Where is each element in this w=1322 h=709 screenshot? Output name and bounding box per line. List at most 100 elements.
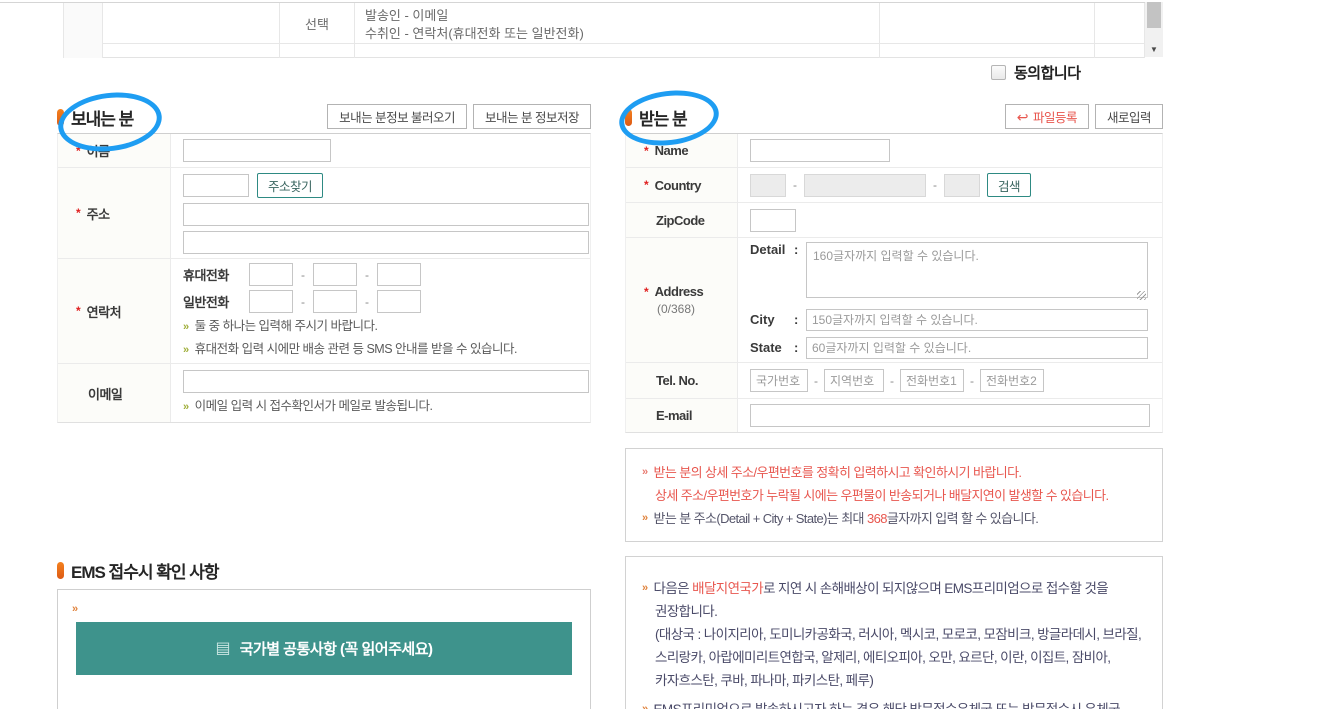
dash-separator: - <box>365 267 369 282</box>
note-arrow-icon: » <box>72 603 79 615</box>
receiver-tel-country-input[interactable] <box>750 369 808 392</box>
receiver-state-input[interactable] <box>806 336 1148 359</box>
sender-contact-note2-text: 휴대전화 입력 시에만 배송 관련 등 SMS 안내를 받을 수 있습니다. <box>194 342 518 356</box>
sender-contact-label-cell: * 연락처 <box>58 259 171 363</box>
receiver-tel-cell: - - - <box>738 363 1162 398</box>
receiver-state-label: State <box>750 340 782 355</box>
option-table: 선택 발송인 - 이메일 수취인 - 연락처(휴대전화 또는 일반전화) <box>0 2 1145 58</box>
warning-line1-text: 받는 분의 상세 주소/우편번호를 정확히 입력하시고 확인하시기 바랍니다. <box>653 465 1023 480</box>
receiver-address-row: * Address (0/368) Detail : City : <box>626 238 1162 363</box>
receiver-header-buttons: ↩ 파일등록 새로입력 <box>1004 104 1163 129</box>
receiver-file-upload-button[interactable]: ↩ 파일등록 <box>1004 104 1089 129</box>
receiver-city-label: City <box>750 312 775 327</box>
sender-header-buttons: 보내는 분정보 불러오기 보내는 분 정보저장 <box>327 104 591 129</box>
dash-separator: - <box>301 294 305 309</box>
receiver-detail-textarea[interactable] <box>806 241 1148 298</box>
sender-mobile-part3-input[interactable] <box>377 263 421 286</box>
scrollbar-thumb[interactable] <box>1147 2 1161 28</box>
agree-checkbox[interactable] <box>991 65 1006 80</box>
sender-zip-search-button[interactable]: 주소찾기 <box>257 172 324 198</box>
notice-p3: » EMS프리미엄으로 발송하시고자 하는 경우 해당 방문접수우체국 또는 방… <box>642 698 1152 709</box>
option-table-col-empty2 <box>103 3 280 58</box>
sender-name-cell <box>171 134 590 167</box>
sender-phone-part2-input[interactable] <box>313 290 357 313</box>
option-table-col-empty1 <box>63 3 103 58</box>
receiver-address-label-cell: * Address (0/368) <box>626 238 738 362</box>
sender-address-label: 주소 <box>86 206 110 222</box>
notice-p2-line2: 스리랑카, 아랍에미리트연합국, 알제리, 에티오피아, 오만, 요르단, 이란… <box>655 650 1111 665</box>
agree-label: 동의합니다 <box>1014 65 1081 82</box>
notice-p1-line2: 권장합니다. <box>655 604 718 619</box>
country-common-banner[interactable]: ▤ 국가별 공통사항 (꼭 읽어주세요) <box>76 622 572 675</box>
option-table-grid: 선택 발송인 - 이메일 수취인 - 연락처(휴대전화 또는 일반전화) <box>63 3 1145 58</box>
sender-email-note: » 이메일 입력 시 접수확인서가 메일로 발송됩니다. <box>183 397 590 416</box>
option-lines: 발송인 - 이메일 수취인 - 연락처(휴대전화 또는 일반전화) <box>355 3 879 44</box>
ems-check-box: » ▤ 국가별 공통사항 (꼭 읽어주세요) <box>57 589 591 709</box>
receiver-tel-label-cell: Tel. No. <box>626 363 738 398</box>
option-line-sender-email: 발송인 - 이메일 <box>365 8 449 23</box>
receiver-tel-num1-input[interactable] <box>900 369 964 392</box>
sender-email-note-text: 이메일 입력 시 접수확인서가 메일로 발송됩니다. <box>194 399 433 413</box>
note-arrow-icon: » <box>642 512 648 524</box>
sender-load-info-button[interactable]: 보내는 분정보 불러오기 <box>327 104 468 129</box>
receiver-city-input[interactable] <box>806 308 1148 331</box>
receiver-file-upload-label: 파일등록 <box>1032 111 1078 125</box>
sender-contact-note2: » 휴대전화 입력 시에만 배송 관련 등 SMS 안내를 받을 수 있습니다. <box>183 340 590 359</box>
sender-mobile-part2-input[interactable] <box>313 263 357 286</box>
label-colon: : <box>794 312 799 327</box>
notice-p1-text: 다음은 배달지연국가로 지연 시 손해배상이 되지않으며 EMS프리미엄으로 접… <box>653 581 1109 596</box>
option-table-col-options: 발송인 - 이메일 수취인 - 연락처(휴대전화 또는 일반전화) <box>355 3 880 58</box>
receiver-country-code-input[interactable] <box>750 173 786 197</box>
notice-p2-line3: 카자흐스탄, 쿠바, 파나마, 파키스탄, 페루) <box>655 673 874 688</box>
receiver-country-num-input[interactable] <box>944 173 980 197</box>
receiver-email-input[interactable] <box>750 404 1150 427</box>
sender-zipcode-input[interactable] <box>183 173 249 197</box>
receiver-zipcode-label-cell: ZipCode <box>626 203 738 237</box>
warning-line1: » 받는 분의 상세 주소/우편번호를 정확히 입력하시고 확인하시기 바랍니다… <box>642 461 1152 484</box>
ems-bullet-icon <box>57 561 64 579</box>
table-scrollbar[interactable]: ▼ <box>1145 2 1163 57</box>
receiver-country-row: * Country - - 검색 <box>626 168 1162 203</box>
sender-phone-part1-input[interactable] <box>249 290 293 313</box>
receiver-country-search-button[interactable]: 검색 <box>987 173 1032 197</box>
label-colon: : <box>794 241 799 257</box>
ems-check-title: EMS 접수시 확인 사항 <box>71 562 219 582</box>
receiver-name-input[interactable] <box>750 139 890 162</box>
receiver-country-name-input[interactable] <box>804 173 926 197</box>
receiver-zipcode-label: ZipCode <box>656 212 705 228</box>
sender-contact-note1-text: 둘 중 하나는 입력해 주시기 바랍니다. <box>194 319 378 333</box>
sender-mobile-part1-input[interactable] <box>249 263 293 286</box>
sender-email-input[interactable] <box>183 370 589 393</box>
note-arrow-icon: » <box>642 703 648 709</box>
warning-line2: 상세 주소/우편번호가 누락될 시에는 우편물이 반송되거나 배달지연이 발생할… <box>642 484 1152 507</box>
receiver-email-cell <box>738 399 1162 432</box>
sender-phone-part3-input[interactable] <box>377 290 421 313</box>
sender-address1-input[interactable] <box>183 202 589 226</box>
sender-name-input[interactable] <box>183 139 331 162</box>
delay-country-keyword: 배달지연국가 <box>692 581 764 596</box>
receiver-address-cell: Detail : City : State : <box>738 238 1162 362</box>
sender-address2-input[interactable] <box>183 230 589 254</box>
note-arrow-icon: » <box>642 582 648 594</box>
receiver-tel-num2-input[interactable] <box>980 369 1044 392</box>
warning-max-count: 368 <box>866 511 887 526</box>
option-line-receiver-contact: 수취인 - 연락처(휴대전화 또는 일반전화) <box>365 26 584 41</box>
option-table-col-empty4 <box>1095 3 1145 58</box>
sender-phone-label: 일반전화 <box>183 295 229 310</box>
label-colon: : <box>794 340 799 355</box>
sender-contact-row: * 연락처 휴대전화 - - 일반전화 - - » 둘 중 하나는 입력해 주시… <box>58 259 590 364</box>
sender-email-label-cell: 이메일 <box>58 364 171 422</box>
receiver-new-entry-button[interactable]: 새로입력 <box>1094 104 1163 129</box>
receiver-country-label-cell: * Country <box>626 168 738 202</box>
receiver-zipcode-input[interactable] <box>750 208 796 232</box>
dash-separator: - <box>365 294 369 309</box>
receiver-detail-label: Detail <box>750 241 786 257</box>
ems-order-page: 선택 발송인 - 이메일 수취인 - 연락처(휴대전화 또는 일반전화) ▼ 동… <box>0 0 1322 709</box>
receiver-tel-area-input[interactable] <box>824 369 884 392</box>
dash-separator: - <box>933 178 937 192</box>
sender-email-label: 이메일 <box>88 386 123 402</box>
receiver-tel-row: Tel. No. - - - <box>626 363 1162 399</box>
reply-arrow-icon: ↩ <box>1016 108 1029 125</box>
sender-save-info-button[interactable]: 보내는 분 정보저장 <box>473 104 591 129</box>
scrollbar-down-button[interactable]: ▼ <box>1145 41 1163 57</box>
